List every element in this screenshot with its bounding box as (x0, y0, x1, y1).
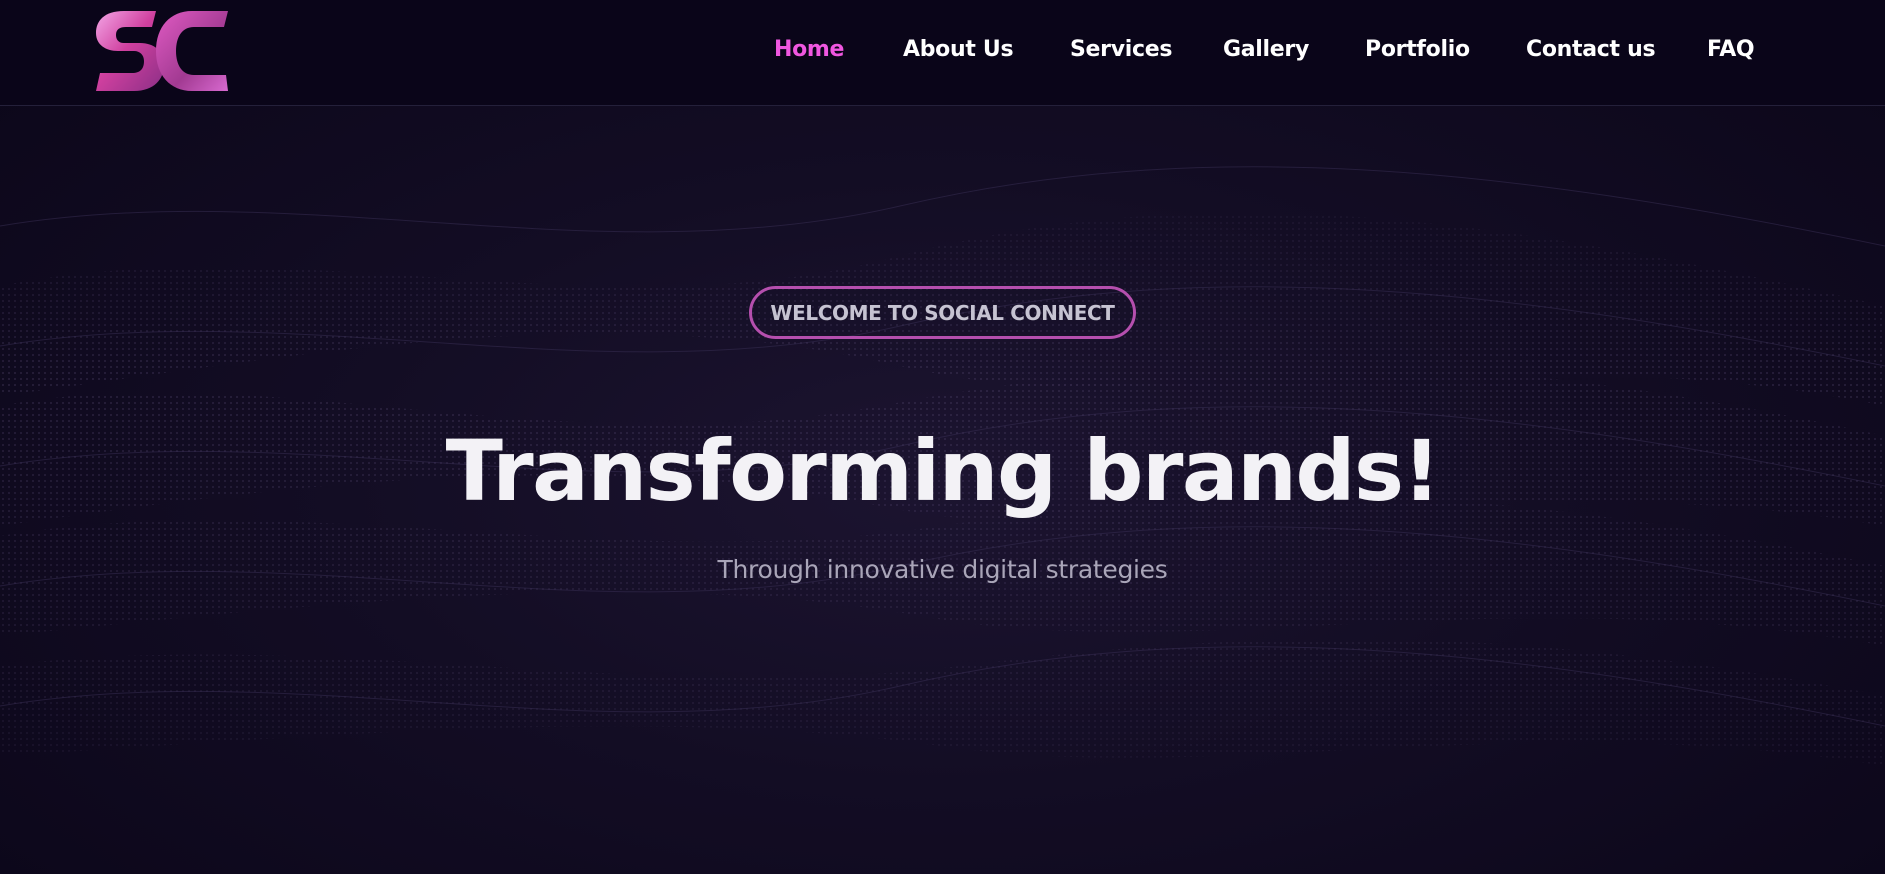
social-connect-logo[interactable] (94, 9, 230, 93)
hero-headline: Transforming brands! (445, 422, 1441, 520)
hero-subline: Through innovative digital strategies (717, 555, 1168, 584)
welcome-badge: WELCOME TO SOCIAL CONNECT (749, 286, 1136, 339)
nav-gallery[interactable]: Gallery (1223, 37, 1309, 63)
nav-home[interactable]: Home (774, 37, 844, 63)
nav-services[interactable]: Services (1070, 37, 1172, 63)
site-header: Home About Us Services Gallery Portfolio… (0, 0, 1885, 106)
nav-about-us[interactable]: About Us (903, 37, 1014, 63)
nav-contact-us[interactable]: Contact us (1526, 37, 1656, 63)
nav-faq[interactable]: FAQ (1707, 37, 1755, 63)
nav-portfolio[interactable]: Portfolio (1365, 37, 1470, 63)
page: Home About Us Services Gallery Portfolio… (0, 0, 1885, 874)
hero-section: WELCOME TO SOCIAL CONNECT Transforming b… (0, 0, 1885, 874)
